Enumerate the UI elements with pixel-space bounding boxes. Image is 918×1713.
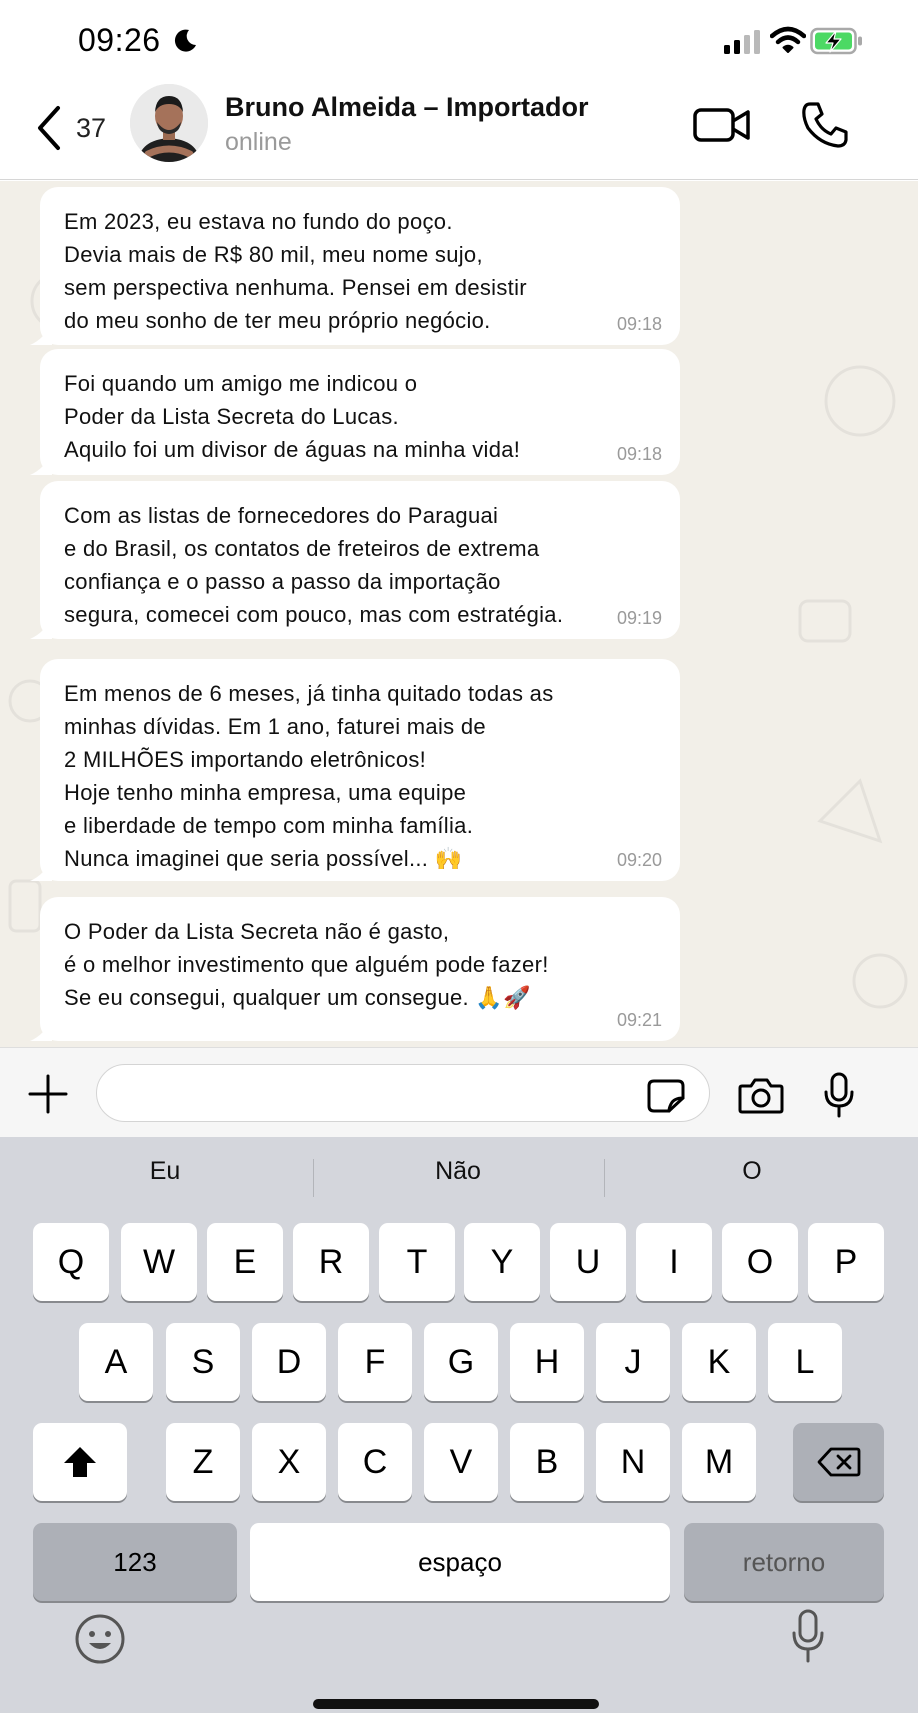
key-t[interactable]: T [379,1223,455,1301]
key-h[interactable]: H [510,1323,584,1401]
message-time: 09:21 [616,1010,662,1030]
key-e[interactable]: E [207,1223,283,1301]
message-bubble[interactable]: Em 2023, eu estava no fundo do poço. Dev… [30,187,680,345]
backspace-key[interactable] [793,1423,884,1501]
key-u[interactable]: U [550,1223,626,1301]
dictation-icon[interactable] [790,1609,826,1663]
message-text: Com as listas de fornecedores do Paragua… [64,503,564,627]
message-time: 09:18 [616,314,662,334]
key-a[interactable]: A [79,1323,153,1401]
input-bar [0,1047,918,1137]
chevron-left-icon [38,106,60,150]
message-text: O Poder da Lista Secreta não é gasto, é … [64,919,549,1010]
message-text: Em menos de 6 meses, já tinha quitado to… [64,681,554,871]
key-p[interactable]: P [808,1223,884,1301]
bubble-tail [30,453,52,475]
return-key[interactable]: retorno [684,1523,884,1601]
key-w[interactable]: W [121,1223,197,1301]
bubble-tail [30,1019,52,1041]
video-camera-icon[interactable] [692,102,752,148]
message-bubble[interactable]: Com as listas de fornecedores do Paragua… [30,481,680,639]
wifi-icon [770,26,806,53]
key-g[interactable]: G [424,1323,498,1401]
key-y[interactable]: Y [464,1223,540,1301]
suggestion-item[interactable]: Eu [25,1157,305,1186]
suggestion-item[interactable]: Não [318,1157,598,1186]
message-time: 09:20 [616,850,662,870]
key-x[interactable]: X [252,1423,326,1501]
status-bar: 09:26 [0,0,918,80]
key-j[interactable]: J [596,1323,670,1401]
shift-key[interactable] [33,1423,127,1501]
key-z[interactable]: Z [166,1423,240,1501]
chat-area[interactable]: Em 2023, eu estava no fundo do poço. Dev… [0,181,918,1047]
keyboard: Eu Não O Q W E R T Y U I O P A S D F G H… [0,1137,918,1713]
unread-count: 37 [76,112,107,143]
microphone-icon[interactable] [822,1072,856,1118]
message-text: Foi quando um amigo me indicou o Poder d… [64,371,521,462]
numbers-key[interactable]: 123 [33,1523,237,1601]
bubble-tail [30,859,52,881]
status-time: 09:26 [78,22,161,58]
message-bubble[interactable]: Em menos de 6 meses, já tinha quitado to… [30,659,680,881]
key-b[interactable]: B [510,1423,584,1501]
contact-status: online [225,128,292,156]
phone-icon[interactable] [800,100,850,150]
bubble-tail [30,617,52,639]
message-text: Em 2023, eu estava no fundo do poço. Dev… [64,209,527,333]
signal-icon [724,30,760,54]
key-m[interactable]: M [682,1423,756,1501]
key-r[interactable]: R [293,1223,369,1301]
message-bubble[interactable]: Foi quando um amigo me indicou o Poder d… [30,349,680,475]
key-v[interactable]: V [424,1423,498,1501]
home-indicator [313,1699,599,1709]
sticker-icon[interactable] [646,1078,686,1114]
suggestion-divider [313,1159,314,1197]
moon-icon [174,29,196,52]
suggestion-item[interactable]: O [612,1157,892,1186]
key-l[interactable]: L [768,1323,842,1401]
back-button[interactable]: 37 [32,98,106,158]
suggestion-bar: Eu Não O [0,1137,918,1219]
contact-name[interactable]: Bruno Almeida – Importador [225,92,589,123]
key-c[interactable]: C [338,1423,412,1501]
space-key[interactable]: espaço [250,1523,670,1601]
avatar-image [130,84,208,162]
backspace-icon [817,1447,860,1477]
key-s[interactable]: S [166,1323,240,1401]
key-o[interactable]: O [722,1223,798,1301]
key-n[interactable]: N [596,1423,670,1501]
message-time: 09:19 [616,608,662,628]
avatar[interactable] [130,84,208,162]
key-d[interactable]: D [252,1323,326,1401]
suggestion-divider [604,1159,605,1197]
message-bubble[interactable]: O Poder da Lista Secreta não é gasto, é … [30,897,680,1041]
key-q[interactable]: Q [33,1223,109,1301]
bubble-tail [30,323,52,345]
message-time: 09:18 [616,444,662,464]
key-i[interactable]: I [636,1223,712,1301]
chat-header: 37 Bruno Almeida – Importador online [0,80,918,180]
shift-icon [64,1447,96,1477]
key-k[interactable]: K [682,1323,756,1401]
plus-icon[interactable] [28,1074,68,1114]
camera-icon[interactable] [738,1076,784,1114]
battery-charging-icon [810,27,862,55]
emoji-icon[interactable] [74,1613,126,1665]
message-input[interactable] [96,1064,710,1122]
key-f[interactable]: F [338,1323,412,1401]
